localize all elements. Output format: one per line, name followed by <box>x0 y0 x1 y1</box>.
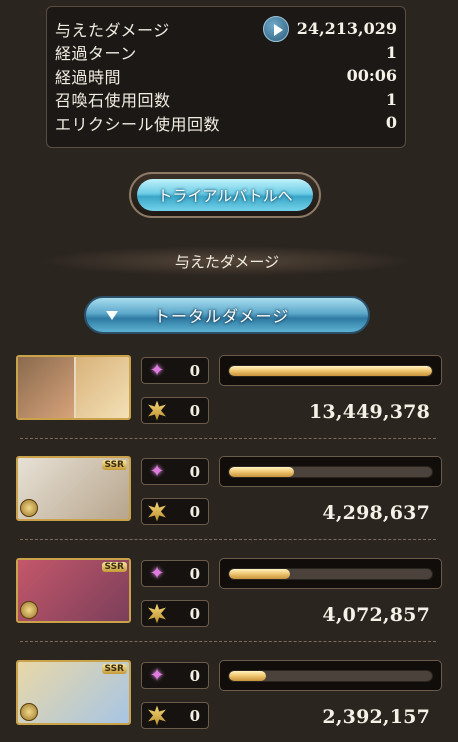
rarity-badge: SSR <box>101 562 127 572</box>
sparkle-icon: ✦ <box>149 562 165 584</box>
rarity-badge: SSR <box>101 460 127 470</box>
damage-bar-fill <box>229 365 432 376</box>
star-count: 0 <box>189 361 200 380</box>
turns-label: 経過ターン <box>55 44 137 64</box>
elixir-value: 0 <box>385 113 397 133</box>
turns-value: 1 <box>385 42 397 62</box>
star-stat: ✦ 0 <box>141 458 209 485</box>
damage-bar-fill <box>229 568 290 579</box>
character-damage: 4,298,637 <box>322 502 430 524</box>
character-portrait[interactable]: SSR <box>16 660 131 725</box>
cross-burst-icon <box>148 501 166 522</box>
element-icon <box>20 703 38 721</box>
cross-burst-icon <box>148 705 166 726</box>
star-count: 0 <box>189 564 200 583</box>
damage-bar-track <box>228 465 433 478</box>
elixir-label: エリクシール使用回数 <box>55 114 221 134</box>
star-stat: ✦ 0 <box>141 560 209 587</box>
chain-count: 0 <box>189 401 200 420</box>
cross-burst-icon <box>148 603 166 624</box>
star-count: 0 <box>189 666 200 685</box>
cross-burst-icon <box>148 400 166 421</box>
character-portrait[interactable] <box>16 355 131 420</box>
damage-bar <box>219 558 442 589</box>
damage-value: 24,213,029 <box>296 19 397 39</box>
trial-battle-button-label: トライアルバトルへ <box>137 179 313 211</box>
summary-elixir-row: エリクシール使用回数 0 <box>55 111 397 135</box>
character-damage: 2,392,157 <box>322 706 430 728</box>
summary-summon-row: 召喚石使用回数 1 <box>55 88 397 112</box>
element-icon <box>20 601 38 619</box>
chain-stat: 0 <box>141 702 209 729</box>
damage-bar-fill <box>229 466 294 477</box>
character-damage: 13,449,378 <box>309 401 430 423</box>
section-header: 与えたダメージ <box>40 246 414 276</box>
character-portrait[interactable]: SSR <box>16 558 131 623</box>
element-icon <box>20 499 38 517</box>
character-portrait[interactable]: SSR <box>16 456 131 521</box>
battle-summary-panel: 与えたダメージ 24,213,029 経過ターン 1 経過時間 00:06 召喚… <box>46 6 406 148</box>
damage-bar-track <box>228 364 433 377</box>
row-divider <box>20 438 436 439</box>
damage-label: 与えたダメージ <box>55 20 170 40</box>
trial-battle-button[interactable]: トライアルバトルへ <box>129 172 321 218</box>
star-count: 0 <box>189 462 200 481</box>
sparkle-icon: ✦ <box>149 664 165 686</box>
damage-bar-fill <box>229 670 266 681</box>
sparkle-icon: ✦ <box>149 359 165 381</box>
row-divider <box>20 539 436 540</box>
damage-bar-track <box>228 669 433 682</box>
damage-bar <box>219 456 442 487</box>
summon-value: 1 <box>385 89 397 109</box>
damage-bar-track <box>228 567 433 580</box>
summary-turns-row: 経過ターン 1 <box>55 41 397 65</box>
damage-bar <box>219 660 442 691</box>
summary-damage-row: 与えたダメージ 24,213,029 <box>55 15 397 42</box>
chain-count: 0 <box>189 604 200 623</box>
summon-label: 召喚石使用回数 <box>55 91 171 111</box>
section-title: 与えたダメージ <box>174 252 280 271</box>
triangle-down-icon <box>106 310 118 320</box>
character-damage: 4,072,857 <box>322 604 430 626</box>
damage-type-dropdown[interactable]: トータルダメージ <box>84 296 370 334</box>
rarity-badge: SSR <box>101 664 127 674</box>
time-label: 経過時間 <box>55 67 122 87</box>
row-divider <box>20 641 436 642</box>
play-icon[interactable] <box>262 15 289 42</box>
damage-bar <box>219 355 442 386</box>
character-row: SSR ✦ 0 0 4,072,857 <box>16 558 442 650</box>
chain-stat: 0 <box>141 600 209 627</box>
character-portrait-image <box>18 357 129 418</box>
character-row: SSR ✦ 0 0 2,392,157 <box>16 660 442 742</box>
character-row: SSR ✦ 0 0 4,298,637 <box>16 456 442 548</box>
star-stat: ✦ 0 <box>141 662 209 689</box>
time-value: 00:06 <box>346 66 397 86</box>
chain-count: 0 <box>189 706 200 725</box>
dropdown-label: トータルダメージ <box>154 307 290 326</box>
summary-time-row: 経過時間 00:06 <box>55 64 397 88</box>
chain-stat: 0 <box>141 498 209 525</box>
star-stat: ✦ 0 <box>141 357 209 384</box>
chain-count: 0 <box>189 502 200 521</box>
character-row: ✦ 0 0 13,449,378 <box>16 355 442 447</box>
chain-stat: 0 <box>141 397 209 424</box>
sparkle-icon: ✦ <box>149 460 165 482</box>
